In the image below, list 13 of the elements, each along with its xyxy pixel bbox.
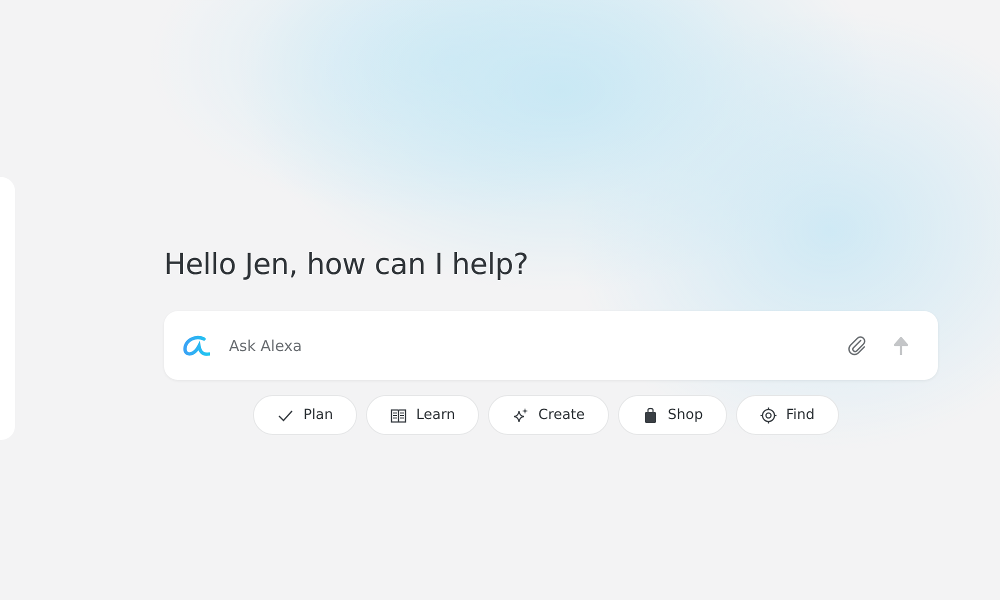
suggestion-chip[interactable]: Create xyxy=(488,395,609,435)
logo-icon xyxy=(182,334,210,358)
sparkle-icon xyxy=(512,406,530,424)
greeting-heading: Hello Jen, how can I help? xyxy=(164,246,530,283)
target-icon xyxy=(760,406,777,424)
input-field[interactable]: Ask Alexa xyxy=(227,336,826,356)
suggestion-chip[interactable]: Plan xyxy=(253,395,358,435)
suggestion-chip[interactable]: Shop xyxy=(618,395,727,435)
paperclip-icon xyxy=(846,334,868,356)
suggestion-chip[interactable]: Find xyxy=(736,395,839,435)
book-icon xyxy=(390,406,408,424)
suggestion-chip[interactable]: Learn xyxy=(366,395,480,435)
arrow-up-icon xyxy=(892,336,910,356)
